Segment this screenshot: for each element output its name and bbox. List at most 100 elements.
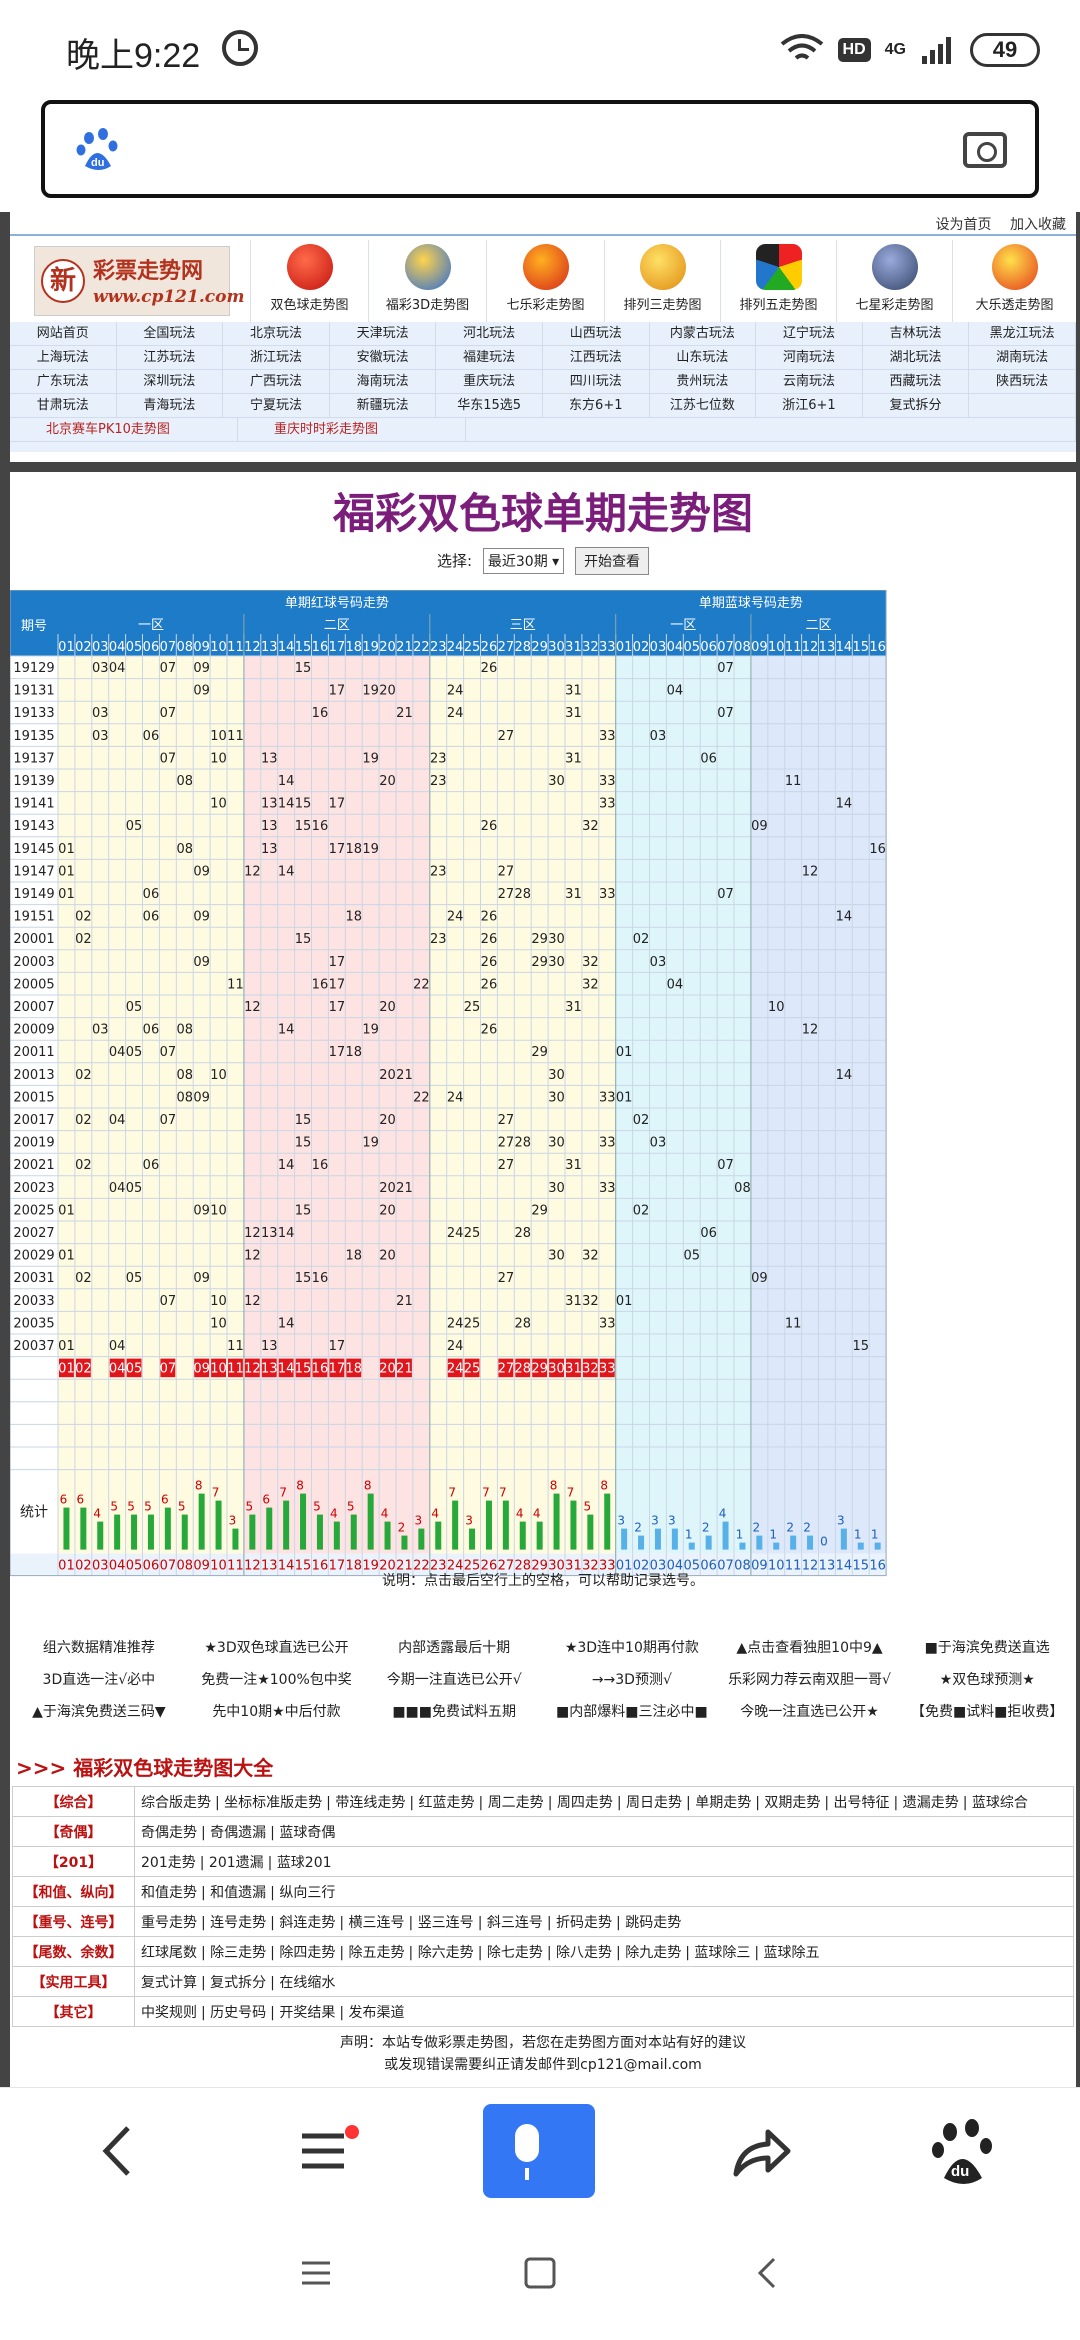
promo-link[interactable]: ★双色球预测★ bbox=[898, 1664, 1076, 1696]
nav-link[interactable]: 新疆玩法 bbox=[330, 394, 437, 417]
camera-icon[interactable] bbox=[963, 132, 1007, 168]
nav-link[interactable]: 上海玩法 bbox=[10, 346, 117, 369]
trend-link[interactable]: 中奖规则 bbox=[141, 2005, 197, 2021]
trend-link[interactable]: 除六走势 bbox=[418, 1945, 474, 1961]
trend-link[interactable]: 奇偶遗漏 bbox=[210, 1825, 266, 1841]
nav-link[interactable]: 河北玩法 bbox=[436, 322, 543, 345]
nav-link[interactable]: 广西玩法 bbox=[223, 370, 330, 393]
home-icon[interactable] bbox=[520, 2253, 560, 2293]
promo-link[interactable]: ▲点击查看独胆10中9▲ bbox=[721, 1632, 899, 1664]
nav-link[interactable]: 海南玩法 bbox=[330, 370, 437, 393]
promo-link[interactable]: 乐彩网力荐云南双胆一哥√ bbox=[721, 1664, 899, 1696]
trend-link[interactable]: 201遗漏 bbox=[209, 1855, 264, 1871]
nav-link[interactable]: 河南玩法 bbox=[756, 346, 863, 369]
trend-link[interactable]: 除八走势 bbox=[556, 1945, 612, 1961]
trend-link[interactable]: 重号走势 bbox=[141, 1915, 197, 1931]
period-select[interactable]: 最近30期 ▾ bbox=[482, 548, 565, 574]
lottery-link-p3[interactable]: 排列三走势图 bbox=[604, 240, 720, 322]
nav-link[interactable] bbox=[969, 394, 1076, 417]
nav-link[interactable]: 东方6+1 bbox=[543, 394, 650, 417]
promo-link[interactable]: 免费一注★100%包中奖 bbox=[188, 1664, 366, 1696]
trend-link[interactable]: 连号走势 bbox=[210, 1915, 266, 1931]
nav-link[interactable]: 贵州玩法 bbox=[650, 370, 757, 393]
trend-link[interactable]: 复式拆分 bbox=[210, 1975, 266, 1991]
trend-link[interactable]: 横三连号 bbox=[349, 1915, 405, 1931]
trend-link[interactable]: 双期走势 bbox=[764, 1795, 820, 1811]
trend-link[interactable]: 纵向三行 bbox=[279, 1885, 335, 1901]
promo-link[interactable]: ★3D双色球直选已公开 bbox=[188, 1632, 366, 1664]
nav-link[interactable]: 陕西玩法 bbox=[969, 370, 1076, 393]
nav-link[interactable]: 山西玩法 bbox=[543, 322, 650, 345]
nav-link[interactable]: 山东玩法 bbox=[650, 346, 757, 369]
trend-link[interactable]: 201走势 bbox=[141, 1855, 196, 1871]
lottery-link-qxc[interactable]: 七星彩走势图 bbox=[836, 240, 952, 322]
nav-link[interactable]: 西藏玩法 bbox=[863, 370, 970, 393]
promo-link[interactable]: ■于海滨免费送直选 bbox=[898, 1632, 1076, 1664]
nav-link[interactable]: 内蒙古玩法 bbox=[650, 322, 757, 345]
nav-link[interactable]: 复式拆分 bbox=[863, 394, 970, 417]
trend-link[interactable]: 周四走势 bbox=[557, 1795, 613, 1811]
trend-link[interactable]: 斜三连号 bbox=[487, 1915, 543, 1931]
nav-link[interactable]: 甘肃玩法 bbox=[10, 394, 117, 417]
trend-link[interactable]: 蓝球201 bbox=[277, 1855, 332, 1871]
system-back-icon[interactable] bbox=[748, 2253, 788, 2293]
back-icon[interactable] bbox=[72, 2104, 162, 2198]
trend-link[interactable]: 除七走势 bbox=[487, 1945, 543, 1961]
trend-link[interactable]: 历史号码 bbox=[210, 2005, 266, 2021]
trend-link[interactable]: 单期走势 bbox=[695, 1795, 751, 1811]
trend-link[interactable]: 竖三连号 bbox=[418, 1915, 474, 1931]
trend-link[interactable]: 发布渠道 bbox=[349, 2005, 405, 2021]
lottery-link-p5[interactable]: 排列五走势图 bbox=[720, 240, 836, 322]
trend-link[interactable]: 红球尾数 bbox=[141, 1945, 197, 1961]
nav-link[interactable]: 四川玩法 bbox=[543, 370, 650, 393]
view-button[interactable]: 开始查看 bbox=[574, 547, 649, 575]
nav-link[interactable]: 华东15选5 bbox=[436, 394, 543, 417]
nav-link[interactable]: 江苏七位数 bbox=[650, 394, 757, 417]
lottery-link-3d[interactable]: 福彩3D走势图 bbox=[368, 240, 486, 322]
trend-link[interactable]: 除三走势 bbox=[210, 1945, 266, 1961]
trend-link[interactable]: 奇偶走势 bbox=[141, 1825, 197, 1841]
nav-link[interactable]: 黑龙江玩法 bbox=[969, 322, 1076, 345]
trend-link[interactable]: 除四走势 bbox=[279, 1945, 335, 1961]
trend-link[interactable]: 斜连走势 bbox=[279, 1915, 335, 1931]
menu-icon[interactable] bbox=[280, 2104, 370, 2198]
promo-link[interactable]: 先中10期★中后付款 bbox=[188, 1696, 366, 1728]
trend-link[interactable]: 复式计算 bbox=[141, 1975, 197, 1991]
trend-link[interactable]: 开奖结果 bbox=[279, 2005, 335, 2021]
promo-link[interactable]: →→3D预测√ bbox=[543, 1664, 721, 1696]
nav-link[interactable]: 安徽玩法 bbox=[330, 346, 437, 369]
trend-link[interactable]: 遗漏走势 bbox=[903, 1795, 959, 1811]
trend-link[interactable]: 综合版走势 bbox=[141, 1795, 211, 1811]
pk10-link[interactable]: 北京赛车PK10走势图 bbox=[10, 418, 238, 441]
nav-link[interactable]: 广东玩法 bbox=[10, 370, 117, 393]
recents-icon[interactable] bbox=[296, 2253, 336, 2293]
nav-link[interactable]: 湖北玩法 bbox=[863, 346, 970, 369]
promo-link[interactable]: ▲于海滨免费送三码▼ bbox=[10, 1696, 188, 1728]
promo-link[interactable]: 3D直选一注√必中 bbox=[10, 1664, 188, 1696]
share-icon[interactable] bbox=[714, 2104, 804, 2198]
nav-link[interactable]: 全国玩法 bbox=[117, 322, 224, 345]
trend-link[interactable]: 在线缩水 bbox=[279, 1975, 335, 1991]
promo-link[interactable]: 组六数据精准推荐 bbox=[10, 1632, 188, 1664]
promo-link[interactable]: ■■■免费试料五期 bbox=[365, 1696, 543, 1728]
lottery-link-ssq[interactable]: 双色球走势图 bbox=[250, 240, 368, 322]
nav-link[interactable]: 江苏玩法 bbox=[117, 346, 224, 369]
baidu-home-icon[interactable]: du bbox=[920, 2104, 1010, 2198]
nav-link[interactable]: 北京玩法 bbox=[223, 322, 330, 345]
trend-link[interactable]: 和值遗漏 bbox=[210, 1885, 266, 1901]
trend-link[interactable]: 跳码走势 bbox=[625, 1915, 681, 1931]
voice-search-button[interactable] bbox=[483, 2104, 595, 2198]
nav-link[interactable]: 辽宁玩法 bbox=[756, 322, 863, 345]
promo-link[interactable]: 内部透露最后十期 bbox=[365, 1632, 543, 1664]
site-logo[interactable]: 新 彩票走势网 www.cp121.com bbox=[34, 246, 244, 316]
nav-link[interactable]: 重庆玩法 bbox=[436, 370, 543, 393]
trend-link[interactable]: 蓝球除五 bbox=[764, 1945, 820, 1961]
search-bar[interactable]: du bbox=[41, 100, 1039, 198]
promo-link[interactable]: 【免费■试料■拒收费】 bbox=[898, 1696, 1076, 1728]
nav-link[interactable]: 深圳玩法 bbox=[117, 370, 224, 393]
promo-link[interactable]: ■内部爆料■三注必中■ bbox=[543, 1696, 721, 1728]
nav-link[interactable]: 吉林玩法 bbox=[863, 322, 970, 345]
nav-link[interactable]: 江西玩法 bbox=[543, 346, 650, 369]
trend-link[interactable]: 出号特征 bbox=[834, 1795, 890, 1811]
promo-link[interactable]: 今晚一注直选已公开★ bbox=[721, 1696, 899, 1728]
